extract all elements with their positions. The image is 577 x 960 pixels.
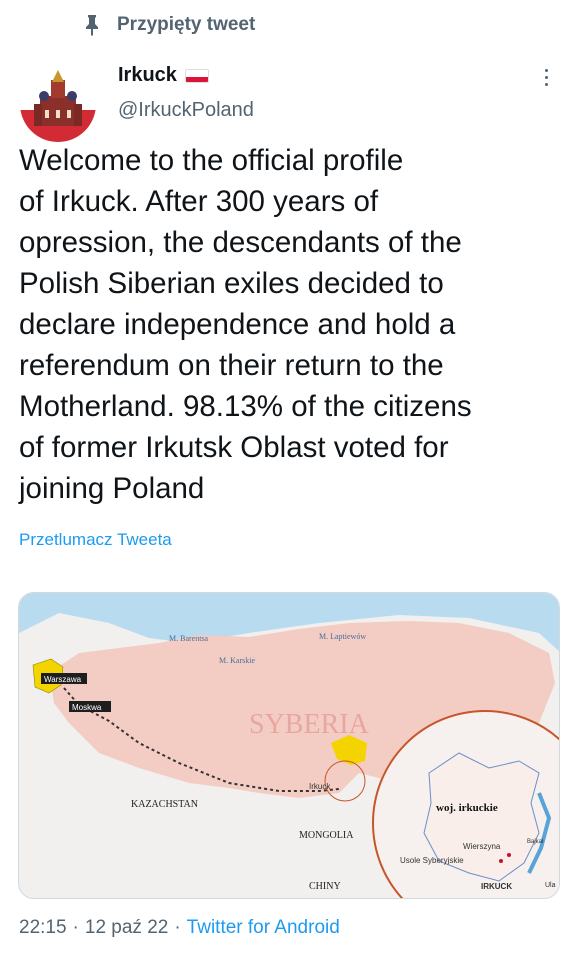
tweet-image-map[interactable]: M. Barentsa M. Laptiewów M. Karskie Wars… (18, 592, 560, 899)
label-woj-irkuckie: woj. irkuckie (436, 802, 498, 814)
label-mongolia: MONGOLIA (299, 830, 354, 841)
more-icon[interactable] (536, 64, 556, 90)
wierszyna-dot (507, 853, 511, 857)
label-kazachstan: KAZACHSTAN (131, 799, 198, 810)
label-kara: M. Karskie (219, 656, 255, 665)
tweet-time[interactable]: 22:15 (19, 917, 67, 939)
pinned-indicator: Przypięty tweet (85, 14, 255, 36)
label-irkuck-map: Irkuck (309, 782, 331, 791)
tweet-source[interactable]: Twitter for Android (187, 917, 340, 939)
author-name-row[interactable]: Irkuck (118, 64, 209, 87)
author-handle[interactable]: @IrkuckPoland (118, 99, 254, 122)
label-irkuck-caps: IRKUCK (481, 882, 512, 891)
tweet-date[interactable]: 12 paź 22 (85, 917, 168, 939)
usole-dot (499, 859, 503, 863)
avatar[interactable] (20, 66, 96, 142)
label-syberia: SYBERIA (249, 709, 370, 740)
label-moskwa: Moskwa (72, 703, 102, 712)
tweet-footer: 22:15 · 12 paź 22 · Twitter for Android (19, 917, 340, 939)
pin-icon (85, 14, 99, 36)
pinned-label: Przypięty tweet (117, 14, 256, 35)
translate-tweet-link[interactable]: Przetlumacz Tweeta (19, 530, 172, 550)
map-svg: M. Barentsa M. Laptiewów M. Karskie Wars… (19, 593, 559, 898)
label-warszawa: Warszawa (44, 675, 82, 684)
label-usole: Usole Syberyjskie (400, 856, 464, 865)
label-wierszyna: Wierszyna (463, 842, 501, 851)
label-bajkal: Bajkał (527, 839, 544, 845)
author-display-name[interactable]: Irkuck (118, 64, 177, 87)
flag-poland-icon (184, 68, 209, 83)
label-barents: M. Barentsa (169, 634, 209, 643)
footer-separator: · (174, 917, 181, 938)
label-ula: Ula (545, 882, 556, 889)
label-chiny: CHINY (309, 881, 341, 892)
label-laptev: M. Laptiewów (319, 632, 366, 641)
footer-separator: · (72, 917, 79, 938)
tweet-text: Welcome to the official profile of Irkuc… (19, 144, 472, 505)
